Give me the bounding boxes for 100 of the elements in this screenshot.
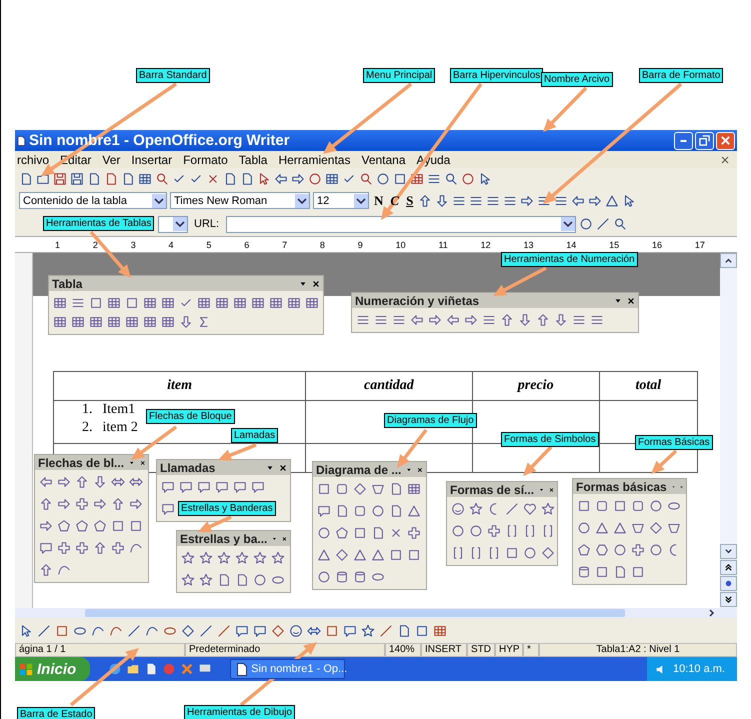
table-icon[interactable]: [433, 624, 447, 638]
up-arrow-icon[interactable]: [418, 194, 432, 208]
line-icon[interactable]: [37, 624, 51, 638]
link-dropdown[interactable]: [158, 216, 188, 232]
circle-icon[interactable]: [469, 524, 483, 538]
bracket-icon[interactable]: [487, 546, 501, 560]
bracket-icon[interactable]: [505, 524, 519, 538]
circle-icon[interactable]: [461, 172, 475, 186]
document-icon[interactable]: [613, 565, 627, 579]
cylinder-icon[interactable]: [335, 570, 349, 584]
square-icon[interactable]: [577, 499, 591, 513]
plus-icon[interactable]: [57, 541, 71, 555]
speech-bubble-icon[interactable]: [161, 502, 175, 516]
pointer-icon[interactable]: [257, 172, 271, 186]
pentagon-icon[interactable]: [75, 519, 89, 533]
circle-icon[interactable]: [371, 504, 385, 518]
close-icon[interactable]: [627, 296, 635, 304]
pointer-icon[interactable]: [19, 624, 33, 638]
up-arrow-icon[interactable]: [536, 313, 550, 327]
up-arrow-icon[interactable]: [39, 563, 53, 577]
horizontal-scrollbar[interactable]: [15, 608, 737, 618]
double-arrow-icon[interactable]: [111, 475, 125, 489]
triangle-icon[interactable]: [371, 548, 385, 562]
circle-icon[interactable]: [317, 570, 331, 584]
square-icon[interactable]: [595, 565, 609, 579]
scroll-up-button[interactable]: [720, 253, 737, 268]
diamond-icon[interactable]: [335, 548, 349, 562]
bracket-icon[interactable]: [469, 546, 483, 560]
table-icon[interactable]: [107, 296, 121, 310]
down-arrow-icon[interactable]: [518, 313, 532, 327]
speech-bubble-icon[interactable]: [197, 480, 211, 494]
cylinder-icon[interactable]: [353, 570, 367, 584]
right-arrow-icon[interactable]: [291, 172, 305, 186]
search-icon[interactable]: [444, 172, 458, 186]
list-icon[interactable]: [392, 313, 406, 327]
table-icon[interactable]: [53, 315, 67, 329]
heart-icon[interactable]: [523, 502, 537, 516]
menu-item[interactable]: Ver: [102, 152, 120, 166]
smiley-icon[interactable]: [451, 502, 465, 516]
search-icon[interactable]: [359, 172, 373, 186]
next-page-button[interactable]: [720, 592, 737, 607]
table-icon[interactable]: [305, 296, 319, 310]
close-icon[interactable]: [279, 464, 287, 472]
font-dropdown[interactable]: Times New Roman: [170, 192, 310, 209]
plus-icon[interactable]: [631, 543, 645, 557]
down-arrow-icon[interactable]: [435, 194, 450, 208]
triangle-icon[interactable]: [613, 521, 627, 535]
table-icon[interactable]: [287, 296, 301, 310]
circle-icon[interactable]: [523, 546, 537, 560]
right-arrow-icon[interactable]: [93, 497, 107, 511]
up-arrow-icon[interactable]: [500, 313, 514, 327]
document-icon[interactable]: [217, 573, 231, 587]
menu-item[interactable]: Formato: [183, 152, 228, 166]
document-icon[interactable]: [223, 172, 237, 186]
left-arrow-icon[interactable]: [274, 172, 288, 186]
maximize-button[interactable]: [695, 132, 714, 150]
bracket-icon[interactable]: [541, 524, 555, 538]
triangle-icon[interactable]: [595, 521, 609, 535]
plus-icon[interactable]: [75, 497, 89, 511]
list-icon[interactable]: [482, 313, 496, 327]
square-icon[interactable]: [389, 548, 403, 562]
line-icon[interactable]: [505, 502, 519, 516]
document-icon[interactable]: [397, 624, 411, 638]
plus-icon[interactable]: [487, 524, 501, 538]
format-button[interactable]: N: [372, 192, 386, 208]
list-icon[interactable]: [356, 313, 370, 327]
table-icon[interactable]: [71, 315, 85, 329]
star-icon[interactable]: [181, 573, 195, 587]
up-arrow-icon[interactable]: [93, 541, 107, 555]
circle-icon[interactable]: [579, 217, 594, 231]
minimize-button[interactable]: [674, 132, 693, 150]
list-icon[interactable]: [374, 313, 388, 327]
circle-icon[interactable]: [253, 573, 267, 587]
hexagon-icon[interactable]: [595, 543, 609, 557]
table-icon[interactable]: [233, 296, 247, 310]
triangle-icon[interactable]: [605, 194, 620, 208]
circle-icon[interactable]: [376, 172, 390, 186]
curve-icon[interactable]: [57, 563, 71, 577]
close-icon[interactable]: [282, 534, 287, 542]
vertical-scrollbar[interactable]: [720, 253, 737, 608]
star-icon[interactable]: [271, 551, 285, 565]
square-icon[interactable]: [55, 624, 69, 638]
document-icon[interactable]: [371, 526, 385, 540]
speech-bubble-icon[interactable]: [253, 624, 267, 638]
table-icon[interactable]: [161, 315, 175, 329]
close-icon[interactable]: [417, 466, 423, 474]
square-icon[interactable]: [353, 526, 367, 540]
table-icon[interactable]: [138, 172, 152, 186]
document-icon[interactable]: [104, 172, 118, 186]
square-icon[interactable]: [111, 519, 125, 533]
search-icon[interactable]: [155, 172, 169, 186]
right-arrow-icon[interactable]: [464, 313, 478, 327]
star-icon[interactable]: [199, 573, 213, 587]
table-icon[interactable]: [197, 296, 211, 310]
square-icon[interactable]: [317, 482, 331, 496]
list-icon[interactable]: [590, 313, 604, 327]
right-arrow-icon[interactable]: [39, 519, 53, 533]
square-icon[interactable]: [631, 565, 645, 579]
triangle-icon[interactable]: [317, 548, 331, 562]
trapezoid-icon[interactable]: [667, 521, 681, 535]
